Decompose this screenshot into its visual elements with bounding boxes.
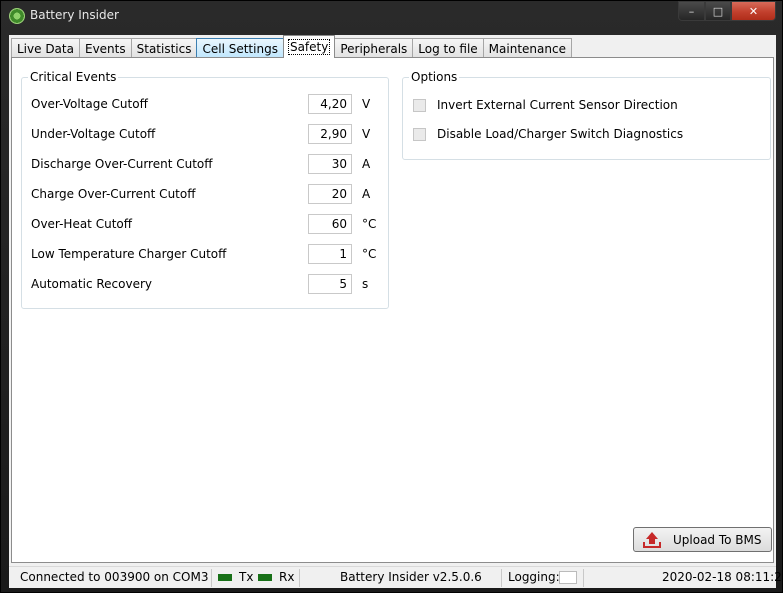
upload-icon — [643, 531, 661, 548]
options-title: Options — [409, 70, 460, 84]
under-voltage-input[interactable]: 2,90 — [308, 124, 352, 144]
minimize-icon: – — [688, 4, 695, 18]
low-temperature-charger-label: Low Temperature Charger Cutoff — [31, 247, 227, 261]
tx-indicator-icon — [218, 574, 232, 581]
discharge-over-current-row: Discharge Over-Current Cutoff 30 A — [31, 154, 381, 174]
tab-cell-settings[interactable]: Cell Settings — [196, 38, 284, 58]
tab-strip: Live Data Events Statistics Cell Setting… — [11, 35, 572, 58]
under-voltage-unit: V — [362, 127, 371, 141]
tab-peripherals[interactable]: Peripherals — [334, 38, 414, 58]
automatic-recovery-label: Automatic Recovery — [31, 277, 152, 291]
tab-log-to-file[interactable]: Log to file — [412, 38, 484, 58]
status-bar: Connected to 003900 on COM3 Tx Rx Batter… — [9, 566, 783, 588]
tab-maintenance[interactable]: Maintenance — [482, 38, 572, 58]
disable-switch-diagnostics-checkbox[interactable] — [413, 128, 426, 141]
minimize-button[interactable]: – — [678, 1, 705, 21]
close-button[interactable]: ✕ — [731, 1, 776, 21]
over-voltage-label: Over-Voltage Cutoff — [31, 97, 148, 111]
automatic-recovery-input[interactable]: 5 — [308, 274, 352, 294]
over-voltage-row: Over-Voltage Cutoff 4,20 V — [31, 94, 381, 114]
title-bar[interactable]: Battery Insider – □ ✕ — [1, 1, 782, 31]
rx-indicator-icon — [258, 574, 272, 581]
charge-over-current-input[interactable]: 20 — [308, 184, 352, 204]
over-heat-row: Over-Heat Cutoff 60 °C — [31, 214, 381, 234]
under-voltage-row: Under-Voltage Cutoff 2,90 V — [31, 124, 381, 144]
logging-indicator — [559, 571, 577, 584]
tab-events[interactable]: Events — [78, 38, 132, 58]
discharge-over-current-label: Discharge Over-Current Cutoff — [31, 157, 213, 171]
over-voltage-input[interactable]: 4,20 — [308, 94, 352, 114]
safety-tab-panel: Critical Events Over-Voltage Cutoff 4,20… — [11, 57, 774, 563]
charge-over-current-unit: A — [362, 187, 371, 201]
automatic-recovery-row: Automatic Recovery 5 s — [31, 274, 381, 294]
battery-insider-logo-icon — [9, 8, 25, 24]
over-heat-label: Over-Heat Cutoff — [31, 217, 133, 231]
logging-label: Logging: — [508, 570, 560, 584]
tab-live-data[interactable]: Live Data — [11, 38, 80, 58]
options-group: Options Invert External Current Sensor D… — [402, 70, 771, 160]
client-area: Live Data Events Statistics Cell Setting… — [9, 35, 776, 566]
charge-over-current-row: Charge Over-Current Cutoff 20 A — [31, 184, 381, 204]
upload-to-bms-label: Upload To BMS — [673, 532, 762, 547]
charge-over-current-label: Charge Over-Current Cutoff — [31, 187, 196, 201]
version-label: Battery Insider v2.5.0.6 — [340, 570, 482, 584]
window-controls: – □ ✕ — [678, 1, 776, 21]
maximize-icon: □ — [712, 4, 724, 18]
over-voltage-unit: V — [362, 97, 371, 111]
automatic-recovery-unit: s — [362, 277, 369, 291]
rx-label: Rx — [279, 570, 295, 584]
tab-statistics[interactable]: Statistics — [130, 38, 198, 58]
low-temperature-charger-unit: °C — [362, 247, 377, 261]
close-icon: ✕ — [748, 4, 759, 18]
under-voltage-label: Under-Voltage Cutoff — [31, 127, 156, 141]
low-temperature-charger-row: Low Temperature Charger Cutoff 1 °C — [31, 244, 381, 264]
critical-events-group: Critical Events Over-Voltage Cutoff 4,20… — [21, 70, 389, 309]
app-window: Battery Insider – □ ✕ Live Data Events S… — [0, 0, 783, 593]
maximize-button[interactable]: □ — [705, 1, 731, 21]
invert-current-sensor-checkbox[interactable] — [413, 99, 426, 112]
tab-safety[interactable]: Safety — [282, 35, 336, 58]
invert-current-sensor-label: Invert External Current Sensor Direction — [437, 98, 678, 112]
discharge-over-current-unit: A — [362, 157, 371, 171]
over-heat-unit: °C — [362, 217, 377, 231]
upload-to-bms-button[interactable]: Upload To BMS — [633, 527, 772, 552]
tx-label: Tx — [239, 570, 254, 584]
over-heat-input[interactable]: 60 — [308, 214, 352, 234]
discharge-over-current-input[interactable]: 30 — [308, 154, 352, 174]
low-temperature-charger-input[interactable]: 1 — [308, 244, 352, 264]
connection-status: Connected to 003900 on COM3 — [20, 570, 209, 584]
disable-switch-diagnostics-label: Disable Load/Charger Switch Diagnostics — [437, 127, 684, 141]
datetime-label: 2020-02-18 08:11:20 — [662, 570, 783, 584]
window-title: Battery Insider — [30, 8, 119, 22]
critical-events-title: Critical Events — [28, 70, 119, 84]
